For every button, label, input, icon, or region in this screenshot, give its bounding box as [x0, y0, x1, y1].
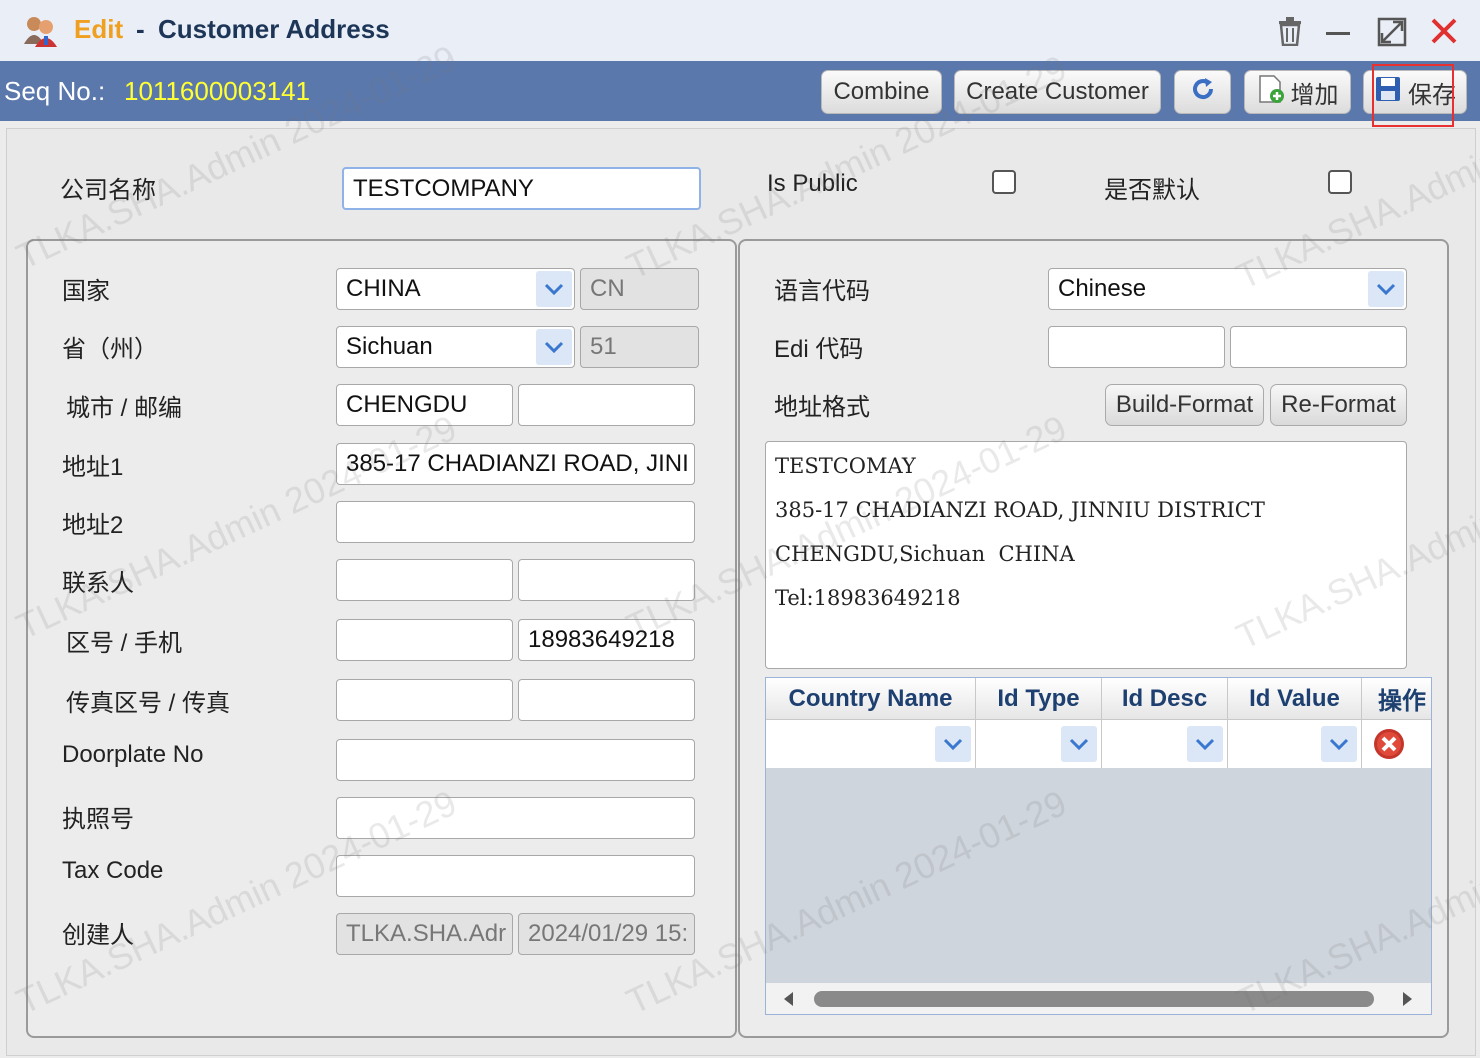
scroll-right-icon[interactable] [1402, 991, 1414, 1012]
address-line: 385-17 CHADIANZI ROAD, JINNIU DISTRICT [775, 498, 1265, 522]
grid-cell-id-desc[interactable] [1102, 720, 1228, 768]
is-public-label: Is Public [767, 170, 858, 197]
tax-code-label: Tax Code [62, 857, 164, 884]
close-icon[interactable] [1430, 17, 1458, 50]
column-header-country-name[interactable]: Country Name [766, 678, 976, 720]
creator-label: 创建人 [62, 922, 134, 949]
chevron-down-icon[interactable] [536, 329, 572, 365]
creator-field: TLKA.SHA.Adr [336, 913, 513, 955]
refresh-icon [1189, 75, 1217, 110]
mobile-input[interactable]: 18983649218 [518, 619, 695, 661]
city-input[interactable]: CHENGDU [336, 384, 513, 426]
fax-area-input[interactable] [336, 679, 513, 721]
grid-cell-id-value[interactable] [1228, 720, 1362, 768]
chevron-down-icon[interactable] [1368, 271, 1404, 307]
address2-label: 地址2 [62, 512, 124, 539]
country-select[interactable]: CHINA [336, 268, 575, 310]
scrollbar-thumb[interactable] [814, 991, 1374, 1007]
scroll-left-icon[interactable] [782, 991, 794, 1012]
company-label: 公司名称 [60, 177, 156, 204]
tax-code-input[interactable] [336, 855, 695, 897]
phone-label: 区号 / 手机 [66, 630, 183, 657]
chevron-down-icon[interactable] [1321, 726, 1357, 762]
province-label: 省（州） [62, 336, 158, 363]
re-format-button[interactable]: Re-Format [1270, 384, 1407, 426]
re-format-label: Re-Format [1281, 391, 1396, 418]
contact-input-1[interactable] [336, 559, 513, 601]
chevron-down-icon[interactable] [935, 726, 971, 762]
contact-input-2[interactable] [518, 559, 695, 601]
address1-input[interactable]: 385-17 CHADIANZI ROAD, JINI [336, 443, 695, 485]
chevron-down-icon[interactable] [1187, 726, 1223, 762]
license-input[interactable] [336, 797, 695, 839]
area-code-input[interactable] [336, 619, 513, 661]
doorplate-input[interactable] [336, 739, 695, 781]
country-label: 国家 [62, 278, 110, 305]
add-doc-icon [1257, 74, 1285, 111]
zip-input[interactable] [518, 384, 695, 426]
seq-label: Seq No.: [4, 76, 106, 106]
title-separator: - [136, 14, 145, 44]
combine-label: Combine [833, 78, 930, 105]
horizontal-scrollbar[interactable] [766, 983, 1431, 1014]
grid-cell-country-name[interactable] [766, 720, 976, 768]
company-input[interactable]: TESTCOMPANY [342, 167, 701, 210]
create-customer-button[interactable]: Create Customer [954, 70, 1161, 114]
contact-label: 联系人 [62, 570, 134, 597]
address2-input[interactable] [336, 501, 695, 543]
trash-icon[interactable] [1276, 16, 1304, 51]
address-line: CHENGDU,Sichuan CHINA [775, 542, 1075, 566]
window-title: Customer Address [158, 14, 390, 44]
address-line: Tel:18983649218 [775, 586, 961, 610]
doorplate-label: Doorplate No [62, 741, 204, 768]
delete-row-icon[interactable] [1373, 728, 1405, 765]
grid-cell-actions [1362, 720, 1431, 768]
highlight-box [1372, 64, 1454, 127]
create-customer-label: Create Customer [966, 78, 1149, 105]
refresh-button[interactable] [1174, 70, 1231, 114]
language-select[interactable]: Chinese [1048, 268, 1407, 310]
license-label: 执照号 [62, 806, 134, 833]
title-edit-prefix: Edit [74, 14, 124, 44]
is-default-label: 是否默认 [1104, 177, 1200, 204]
edi-code-input-1[interactable] [1048, 326, 1225, 368]
id-grid: Country Name Id Type Id Desc Id Value 操作 [765, 677, 1432, 1015]
column-header-actions: 操作 [1362, 678, 1431, 720]
fax-input[interactable] [518, 679, 695, 721]
column-header-id-type[interactable]: Id Type [976, 678, 1102, 720]
add-button[interactable]: 增加 [1244, 70, 1351, 114]
seq-value: 1011600003141 [124, 76, 311, 106]
column-header-id-value[interactable]: Id Value [1228, 678, 1362, 720]
province-code-field: 51 [580, 326, 699, 368]
chevron-down-icon[interactable] [1061, 726, 1097, 762]
city-zip-label: 城市 / 邮编 [66, 395, 183, 422]
province-value: Sichuan [346, 333, 433, 360]
maximize-icon[interactable] [1377, 17, 1407, 52]
language-value: Chinese [1058, 275, 1147, 302]
created-time-field: 2024/01/29 15: [518, 913, 695, 955]
edi-code-input-2[interactable] [1230, 326, 1407, 368]
language-label: 语言代码 [774, 278, 870, 305]
address1-label: 地址1 [62, 454, 124, 481]
users-icon [22, 14, 58, 48]
formatted-address-textarea[interactable]: TESTCOMAY 385-17 CHADIANZI ROAD, JINNIU … [765, 441, 1407, 669]
column-header-id-desc[interactable]: Id Desc [1102, 678, 1228, 720]
fax-label: 传真区号 / 传真 [66, 690, 231, 717]
is-public-checkbox[interactable] [992, 170, 1016, 194]
edi-code-label: Edi 代码 [774, 336, 864, 363]
province-select[interactable]: Sichuan [336, 326, 575, 368]
combine-button[interactable]: Combine [821, 70, 942, 114]
minimize-icon[interactable] [1326, 32, 1350, 35]
address-format-label: 地址格式 [774, 394, 870, 421]
country-code-field: CN [580, 268, 699, 310]
build-format-label: Build-Format [1115, 391, 1254, 418]
country-value: CHINA [346, 275, 421, 302]
chevron-down-icon[interactable] [536, 271, 572, 307]
is-default-checkbox[interactable] [1328, 170, 1352, 194]
build-format-button[interactable]: Build-Format [1105, 384, 1264, 426]
add-label: 增加 [1290, 81, 1339, 109]
address-line: TESTCOMAY [775, 454, 916, 478]
grid-cell-id-type[interactable] [976, 720, 1102, 768]
